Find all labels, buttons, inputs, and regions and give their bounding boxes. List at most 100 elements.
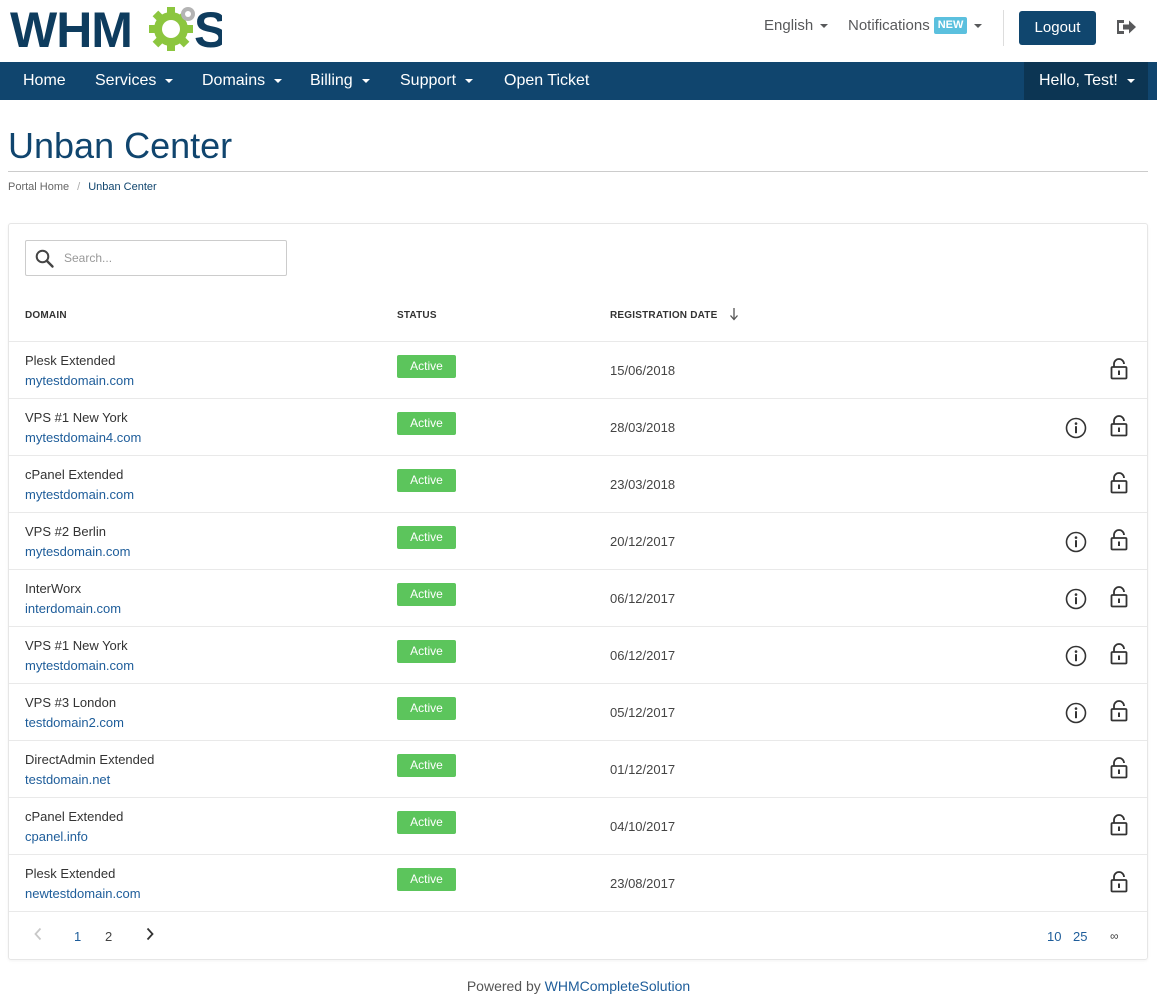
- chevron-down-icon: [361, 78, 370, 83]
- pagination-prev-icon[interactable]: [33, 927, 43, 944]
- chevron-down-icon: [165, 78, 174, 83]
- domain-link[interactable]: mytestdomain.com: [25, 487, 134, 502]
- registration-date: 23/03/2018: [610, 477, 676, 492]
- table-row: InterWorx interdomain.com Active 06/12/2017: [9, 569, 1147, 626]
- unlock-icon[interactable]: [1110, 757, 1128, 784]
- registration-date: 20/12/2017: [610, 534, 676, 549]
- page-size-25[interactable]: 25: [1073, 929, 1087, 944]
- nav-home-label: Home: [23, 72, 66, 89]
- table-row: Plesk Extended mytestdomain.com Active 15/0…: [9, 341, 1147, 398]
- page-size-all[interactable]: ∞: [1110, 929, 1119, 943]
- unlock-icon[interactable]: [1110, 472, 1128, 499]
- user-menu[interactable]: Hello, Test!: [1024, 62, 1148, 100]
- breadcrumb-separator: /: [77, 181, 81, 193]
- status-badge: Active: [397, 811, 456, 834]
- registration-date: 15/06/2018: [610, 363, 676, 378]
- whmcs-logo[interactable]: WHM S: [10, 5, 222, 53]
- info-icon[interactable]: [1065, 588, 1087, 615]
- page-size-10[interactable]: 10: [1047, 929, 1061, 944]
- table-row: DirectAdmin Extended testdomain.net Active…: [9, 740, 1147, 797]
- registration-date: 05/12/2017: [610, 705, 676, 720]
- domain-link[interactable]: mytestdomain4.com: [25, 430, 141, 445]
- domain-link[interactable]: mytestdomain.com: [25, 658, 134, 673]
- breadcrumb-current: Unban Center: [88, 181, 157, 193]
- nav-support-label: Support: [400, 72, 457, 89]
- domain-link[interactable]: newtestdomain.com: [25, 886, 141, 901]
- svg-text:WHM: WHM: [10, 5, 132, 53]
- nav-open-ticket-label: Open Ticket: [504, 72, 590, 89]
- unlock-icon[interactable]: [1110, 643, 1128, 670]
- unban-table-card: DOMAIN STATUS REGISTRATION DATE Plesk Ex…: [8, 223, 1148, 960]
- header-divider: [1003, 10, 1004, 46]
- domain-link[interactable]: mytesdomain.com: [25, 544, 130, 559]
- svg-text:S: S: [194, 5, 222, 53]
- status-badge: Active: [397, 640, 456, 663]
- info-icon[interactable]: [1065, 702, 1087, 729]
- chevron-down-icon: [465, 78, 474, 83]
- nav-services-label: Services: [95, 72, 157, 89]
- unlock-icon[interactable]: [1110, 814, 1128, 841]
- unlock-icon[interactable]: [1110, 586, 1128, 613]
- unlock-icon[interactable]: [1110, 700, 1128, 727]
- info-icon[interactable]: [1065, 645, 1087, 672]
- service-name: Plesk Extended: [25, 866, 116, 881]
- service-name: DirectAdmin Extended: [25, 752, 155, 767]
- table-row: VPS #3 London testdomain2.com Active 05/12/…: [9, 683, 1147, 740]
- nav-services[interactable]: Services: [95, 62, 174, 100]
- status-badge: Active: [397, 355, 456, 378]
- pagination-page-2[interactable]: 2: [105, 929, 112, 944]
- unlock-icon[interactable]: [1110, 358, 1128, 385]
- domain-link[interactable]: testdomain.net: [25, 772, 110, 787]
- service-name: VPS #1 New York: [25, 638, 128, 653]
- search-input[interactable]: [64, 241, 284, 275]
- page-title: Unban Center: [8, 125, 233, 166]
- registration-date: 06/12/2017: [610, 591, 676, 606]
- logo-graphic: WHM S: [10, 5, 222, 53]
- title-divider: [8, 171, 1148, 172]
- service-name: cPanel Extended: [25, 467, 124, 482]
- breadcrumb: Portal Home / Unban Center: [8, 181, 157, 193]
- service-name: VPS #1 New York: [25, 410, 128, 425]
- notifications-label: Notifications: [848, 17, 930, 34]
- registration-date: 28/03/2018: [610, 420, 676, 435]
- table-row: VPS #1 New York mytestdomain.com Active 06/…: [9, 626, 1147, 683]
- unlock-icon[interactable]: [1110, 415, 1128, 442]
- status-badge: Active: [397, 412, 456, 435]
- status-badge: Active: [397, 754, 456, 777]
- domain-link[interactable]: mytestdomain.com: [25, 373, 134, 388]
- nav-billing[interactable]: Billing: [310, 62, 370, 100]
- registration-date: 23/08/2017: [610, 876, 676, 891]
- service-name: VPS #2 Berlin: [25, 524, 106, 539]
- table-row: cPanel Extended mytestdomain.com Active 23/…: [9, 455, 1147, 512]
- nav-home[interactable]: Home: [23, 62, 66, 100]
- nav-support[interactable]: Support: [400, 62, 474, 100]
- service-name: InterWorx: [25, 581, 82, 596]
- language-selector[interactable]: English: [764, 17, 829, 34]
- table-row: cPanel Extended cpanel.info Active 04/10/20…: [9, 797, 1147, 854]
- search-box: [25, 240, 287, 276]
- notifications-dropdown[interactable]: Notifications NEW: [848, 17, 983, 34]
- language-label: English: [764, 17, 814, 34]
- powered-by-link[interactable]: WHMCompleteSolution: [545, 978, 691, 994]
- info-icon[interactable]: [1065, 531, 1087, 558]
- breadcrumb-portal-home[interactable]: Portal Home: [8, 181, 69, 193]
- table-row: Plesk Extended newtestdomain.com Active 23/…: [9, 854, 1147, 911]
- logout-button[interactable]: Logout: [1019, 11, 1096, 45]
- domain-link[interactable]: interdomain.com: [25, 601, 121, 616]
- column-header-status[interactable]: STATUS: [397, 310, 437, 321]
- sort-descending-icon[interactable]: [729, 307, 739, 326]
- nav-domains[interactable]: Domains: [202, 62, 283, 100]
- domain-link[interactable]: cpanel.info: [25, 829, 88, 844]
- column-header-registration-date[interactable]: REGISTRATION DATE: [610, 310, 717, 321]
- pagination-page-1[interactable]: 1: [74, 929, 81, 944]
- column-header-domain[interactable]: DOMAIN: [25, 310, 67, 321]
- status-badge: Active: [397, 868, 456, 891]
- table-row: VPS #2 Berlin mytesdomain.com Active 20/12/…: [9, 512, 1147, 569]
- unlock-icon[interactable]: [1110, 871, 1128, 898]
- pagination-next-icon[interactable]: [145, 927, 155, 944]
- unlock-icon[interactable]: [1110, 529, 1128, 556]
- domain-link[interactable]: testdomain2.com: [25, 715, 124, 730]
- sign-out-icon[interactable]: [1115, 17, 1137, 42]
- nav-open-ticket[interactable]: Open Ticket: [504, 62, 589, 100]
- info-icon[interactable]: [1065, 417, 1087, 444]
